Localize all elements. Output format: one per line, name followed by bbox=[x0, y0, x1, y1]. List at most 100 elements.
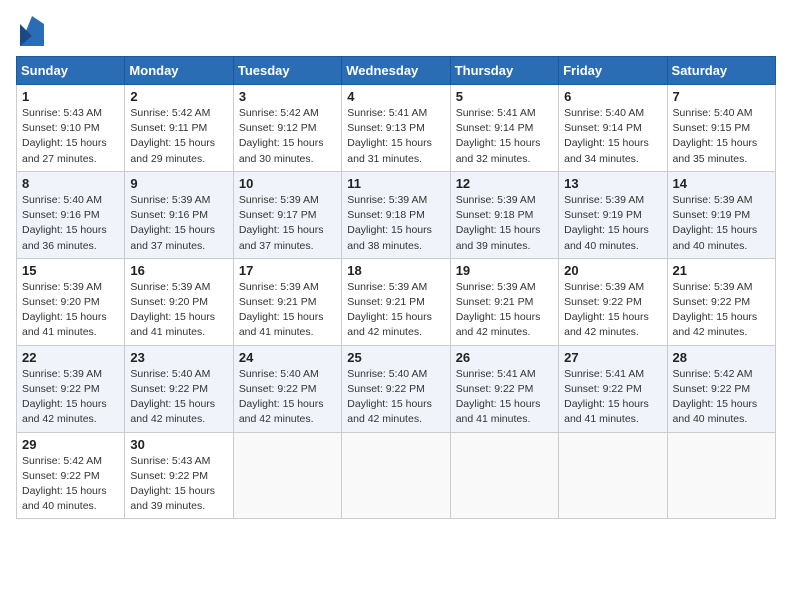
calendar-cell: 15Sunrise: 5:39 AMSunset: 9:20 PMDayligh… bbox=[17, 258, 125, 345]
day-number: 7 bbox=[673, 89, 770, 104]
calendar-cell: 13 Sunrise: 5:39 AMSunset: 9:19 PMDayligh… bbox=[559, 171, 667, 258]
day-info: Sunrise: 5:39 AMSunset: 9:19 PMDaylight:… bbox=[673, 193, 770, 254]
day-info: Sunrise: 5:39 AMSunset: 9:22 PMDaylight:… bbox=[673, 280, 770, 341]
calendar-cell: 28 Sunrise: 5:42 AMSunset: 9:22 PMDayligh… bbox=[667, 345, 775, 432]
column-header-wednesday: Wednesday bbox=[342, 57, 450, 85]
day-info: Sunrise: 5:39 AMSunset: 9:22 PMDaylight:… bbox=[22, 367, 119, 428]
column-header-thursday: Thursday bbox=[450, 57, 558, 85]
calendar-cell: 16 Sunrise: 5:39 AMSunset: 9:20 PMDayligh… bbox=[125, 258, 233, 345]
calendar-cell: 1 Sunrise: 5:43 AMSunset: 9:10 PMDaylight… bbox=[17, 85, 125, 172]
day-info: Sunrise: 5:42 AMSunset: 9:11 PMDaylight:… bbox=[130, 106, 227, 167]
calendar-cell bbox=[667, 432, 775, 519]
day-info: Sunrise: 5:39 AMSunset: 9:18 PMDaylight:… bbox=[456, 193, 553, 254]
day-info: Sunrise: 5:43 AMSunset: 9:22 PMDaylight:… bbox=[130, 454, 227, 515]
calendar-cell: 10 Sunrise: 5:39 AMSunset: 9:17 PMDayligh… bbox=[233, 171, 341, 258]
day-info: Sunrise: 5:40 AMSunset: 9:22 PMDaylight:… bbox=[239, 367, 336, 428]
day-info: Sunrise: 5:40 AMSunset: 9:14 PMDaylight:… bbox=[564, 106, 661, 167]
day-number: 3 bbox=[239, 89, 336, 104]
calendar-week-1: 1 Sunrise: 5:43 AMSunset: 9:10 PMDaylight… bbox=[17, 85, 776, 172]
logo bbox=[16, 16, 44, 46]
day-number: 14 bbox=[673, 176, 770, 191]
calendar-week-2: 8 Sunrise: 5:40 AMSunset: 9:16 PMDaylight… bbox=[17, 171, 776, 258]
day-info: Sunrise: 5:40 AMSunset: 9:22 PMDaylight:… bbox=[347, 367, 444, 428]
day-number: 6 bbox=[564, 89, 661, 104]
column-header-monday: Monday bbox=[125, 57, 233, 85]
day-info: Sunrise: 5:40 AMSunset: 9:22 PMDaylight:… bbox=[130, 367, 227, 428]
calendar-cell: 18Sunrise: 5:39 AMSunset: 9:21 PMDayligh… bbox=[342, 258, 450, 345]
day-info: Sunrise: 5:40 AMSunset: 9:15 PMDaylight:… bbox=[673, 106, 770, 167]
day-info: Sunrise: 5:43 AMSunset: 9:10 PMDaylight:… bbox=[22, 106, 119, 167]
column-header-sunday: Sunday bbox=[17, 57, 125, 85]
calendar-cell bbox=[559, 432, 667, 519]
calendar-cell bbox=[233, 432, 341, 519]
calendar-cell: 27 Sunrise: 5:41 AMSunset: 9:22 PMDayligh… bbox=[559, 345, 667, 432]
calendar-cell: 29Sunrise: 5:42 AMSunset: 9:22 PMDayligh… bbox=[17, 432, 125, 519]
day-info: Sunrise: 5:40 AMSunset: 9:16 PMDaylight:… bbox=[22, 193, 119, 254]
calendar-cell: 23 Sunrise: 5:40 AMSunset: 9:22 PMDayligh… bbox=[125, 345, 233, 432]
day-number: 9 bbox=[130, 176, 227, 191]
header bbox=[16, 16, 776, 46]
calendar-cell: 7 Sunrise: 5:40 AMSunset: 9:15 PMDaylight… bbox=[667, 85, 775, 172]
day-number: 19 bbox=[456, 263, 553, 278]
calendar-cell: 6 Sunrise: 5:40 AMSunset: 9:14 PMDaylight… bbox=[559, 85, 667, 172]
calendar-cell: 2 Sunrise: 5:42 AMSunset: 9:11 PMDaylight… bbox=[125, 85, 233, 172]
day-info: Sunrise: 5:39 AMSunset: 9:21 PMDaylight:… bbox=[347, 280, 444, 341]
day-number: 27 bbox=[564, 350, 661, 365]
calendar-cell: 25 Sunrise: 5:40 AMSunset: 9:22 PMDayligh… bbox=[342, 345, 450, 432]
day-info: Sunrise: 5:39 AMSunset: 9:21 PMDaylight:… bbox=[239, 280, 336, 341]
calendar-cell: 22 Sunrise: 5:39 AMSunset: 9:22 PMDayligh… bbox=[17, 345, 125, 432]
day-info: Sunrise: 5:41 AMSunset: 9:14 PMDaylight:… bbox=[456, 106, 553, 167]
day-number: 20 bbox=[564, 263, 661, 278]
day-number: 25 bbox=[347, 350, 444, 365]
calendar-cell: 26 Sunrise: 5:41 AMSunset: 9:22 PMDayligh… bbox=[450, 345, 558, 432]
column-header-saturday: Saturday bbox=[667, 57, 775, 85]
day-info: Sunrise: 5:41 AMSunset: 9:13 PMDaylight:… bbox=[347, 106, 444, 167]
calendar-cell: 14 Sunrise: 5:39 AMSunset: 9:19 PMDayligh… bbox=[667, 171, 775, 258]
calendar-cell: 9 Sunrise: 5:39 AMSunset: 9:16 PMDaylight… bbox=[125, 171, 233, 258]
day-number: 12 bbox=[456, 176, 553, 191]
calendar-cell bbox=[450, 432, 558, 519]
day-info: Sunrise: 5:41 AMSunset: 9:22 PMDaylight:… bbox=[564, 367, 661, 428]
day-info: Sunrise: 5:39 AMSunset: 9:18 PMDaylight:… bbox=[347, 193, 444, 254]
calendar: SundayMondayTuesdayWednesdayThursdayFrid… bbox=[16, 56, 776, 519]
day-number: 13 bbox=[564, 176, 661, 191]
calendar-cell: 3 Sunrise: 5:42 AMSunset: 9:12 PMDaylight… bbox=[233, 85, 341, 172]
calendar-cell: 20 Sunrise: 5:39 AMSunset: 9:22 PMDayligh… bbox=[559, 258, 667, 345]
day-info: Sunrise: 5:39 AMSunset: 9:20 PMDaylight:… bbox=[130, 280, 227, 341]
calendar-week-5: 29Sunrise: 5:42 AMSunset: 9:22 PMDayligh… bbox=[17, 432, 776, 519]
day-info: Sunrise: 5:39 AMSunset: 9:19 PMDaylight:… bbox=[564, 193, 661, 254]
day-number: 1 bbox=[22, 89, 119, 104]
day-info: Sunrise: 5:39 AMSunset: 9:17 PMDaylight:… bbox=[239, 193, 336, 254]
day-number: 15 bbox=[22, 263, 119, 278]
day-number: 28 bbox=[673, 350, 770, 365]
day-number: 23 bbox=[130, 350, 227, 365]
calendar-cell: 11 Sunrise: 5:39 AMSunset: 9:18 PMDayligh… bbox=[342, 171, 450, 258]
calendar-week-3: 15 Sunrise: 5:39 AMSunset: 9:20 PMDayligh… bbox=[17, 258, 776, 345]
calendar-header-row: SundayMondayTuesdayWednesdayThursdayFrid… bbox=[17, 57, 776, 85]
day-number: 10 bbox=[239, 176, 336, 191]
day-number: 26 bbox=[456, 350, 553, 365]
calendar-cell: 5Sunrise: 5:41 AMSunset: 9:14 PMDaylight… bbox=[450, 85, 558, 172]
column-header-tuesday: Tuesday bbox=[233, 57, 341, 85]
day-number: 30 bbox=[130, 437, 227, 452]
calendar-cell: 24Sunrise: 5:40 AMSunset: 9:22 PMDayligh… bbox=[233, 345, 341, 432]
day-info: Sunrise: 5:39 AMSunset: 9:16 PMDaylight:… bbox=[130, 193, 227, 254]
calendar-cell: 12 Sunrise: 5:39 AMSunset: 9:18 PMDayligh… bbox=[450, 171, 558, 258]
day-info: Sunrise: 5:39 AMSunset: 9:21 PMDaylight:… bbox=[456, 280, 553, 341]
calendar-cell: 17Sunrise: 5:39 AMSunset: 9:21 PMDayligh… bbox=[233, 258, 341, 345]
day-number: 22 bbox=[22, 350, 119, 365]
day-number: 21 bbox=[673, 263, 770, 278]
day-number: 16 bbox=[130, 263, 227, 278]
day-info: Sunrise: 5:42 AMSunset: 9:22 PMDaylight:… bbox=[22, 454, 119, 515]
day-info: Sunrise: 5:41 AMSunset: 9:22 PMDaylight:… bbox=[456, 367, 553, 428]
day-info: Sunrise: 5:42 AMSunset: 9:12 PMDaylight:… bbox=[239, 106, 336, 167]
calendar-week-4: 22 Sunrise: 5:39 AMSunset: 9:22 PMDayligh… bbox=[17, 345, 776, 432]
calendar-cell: 4Sunrise: 5:41 AMSunset: 9:13 PMDaylight… bbox=[342, 85, 450, 172]
day-number: 8 bbox=[22, 176, 119, 191]
day-info: Sunrise: 5:42 AMSunset: 9:22 PMDaylight:… bbox=[673, 367, 770, 428]
day-number: 2 bbox=[130, 89, 227, 104]
column-header-friday: Friday bbox=[559, 57, 667, 85]
day-number: 11 bbox=[347, 176, 444, 191]
calendar-cell: 30 Sunrise: 5:43 AMSunset: 9:22 PMDayligh… bbox=[125, 432, 233, 519]
day-info: Sunrise: 5:39 AMSunset: 9:22 PMDaylight:… bbox=[564, 280, 661, 341]
